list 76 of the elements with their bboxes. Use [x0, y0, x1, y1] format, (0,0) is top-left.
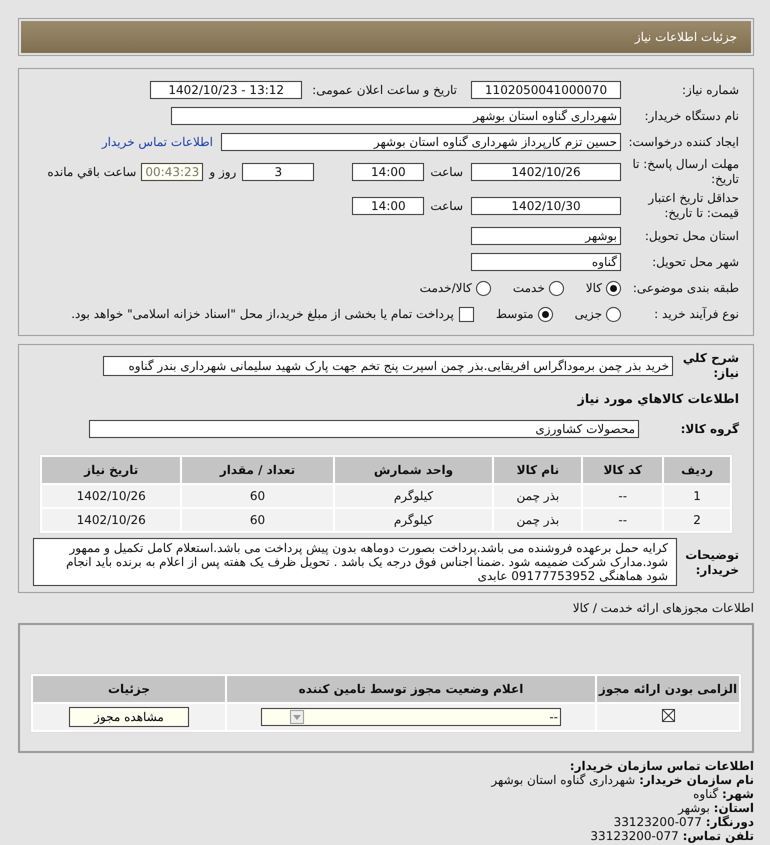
text-field[interactable]: محصولات کشاورزی	[89, 420, 639, 438]
table-cell: 1402/10/26	[42, 509, 180, 531]
field-label: ساعت باقي مانده	[47, 165, 136, 179]
column-header: الزامی بودن ارائه مجوز	[597, 676, 739, 702]
table-cell: 1402/10/26	[42, 485, 180, 507]
column-header: کد کالا	[583, 457, 662, 483]
field-label: شماره نیاز:	[681, 82, 739, 98]
checkbox-label: پرداخت تمام یا بخشی از مبلغ خرید،از محل "اسناد خزانه اسلامی" خواهد بود.	[71, 307, 454, 321]
field-label: استان محل تحویل:	[644, 228, 739, 244]
field-label: ساعت	[430, 199, 463, 213]
column-header: ردیف	[664, 457, 730, 483]
table-cell: 60	[182, 509, 333, 531]
radio-label: متوسط	[496, 307, 534, 321]
table-cell: --	[583, 509, 662, 531]
section-title: اطلاعات مجوزهای ارائه خدمت / کالا	[572, 601, 754, 615]
date-field[interactable]: 1402/10/26	[471, 163, 621, 181]
field-label: ایجاد کننده درخواست:	[627, 134, 739, 150]
column-header: تعداد / مقدار	[182, 457, 333, 483]
countdown-field: 00:43:23	[141, 163, 204, 181]
contact-line: نام سازمان خریدار: شهرداری گناوه استان بوشهر	[490, 773, 754, 787]
field-label: طبقه بندی موضوعی:	[632, 280, 739, 296]
column-header: واحد شمارش	[334, 457, 492, 483]
cross-icon	[662, 709, 674, 722]
field-label: تاریخ و ساعت اعلان عمومی:	[312, 83, 457, 97]
radio-button[interactable]	[476, 280, 491, 296]
text-field[interactable]: گناوه	[471, 253, 621, 271]
field-label: مهلت ارسال پاسخ: تا تاریخ:	[631, 157, 739, 187]
section-title: اطلاعات كالاهاي مورد نياز	[576, 391, 739, 406]
text-field[interactable]: بوشهر	[471, 227, 621, 245]
table-cell: بذر چمن	[494, 509, 582, 531]
table-cell: 1	[664, 485, 730, 507]
field-label: حداقل تاریخ اعتبار قیمت: تا تاریخ:	[646, 191, 739, 221]
column-header: اعلام وضعیت مجوز توسط تامین کننده	[227, 676, 595, 702]
view-license-button[interactable]: مشاهده مجوز	[69, 707, 189, 727]
radio-label: کالا/خدمت	[420, 281, 472, 295]
table-cell: کیلوگرم	[334, 509, 492, 531]
radio-label: خدمت	[512, 281, 545, 295]
contact-title: اطلاعات تماس سازمان خریدار:	[568, 759, 754, 773]
radio-label: کالا	[586, 281, 602, 295]
column-header: نام کالا	[494, 457, 582, 483]
field-label: ساعت	[430, 165, 463, 179]
radio-label: جزیی	[574, 307, 602, 321]
table-cell: 2	[664, 509, 730, 531]
field-label: شرح كلي نياز:	[682, 351, 739, 381]
table-cell: --	[583, 485, 662, 507]
contact-line: استان: بوشهر	[676, 801, 754, 815]
column-header: تاریخ نیاز	[42, 457, 180, 483]
table-cell: بذر چمن	[494, 485, 582, 507]
field-label: روز و	[209, 165, 236, 179]
time-field[interactable]: 14:00	[352, 163, 424, 181]
text-field[interactable]: شهرداری گناوه استان بوشهر	[171, 107, 621, 125]
time-field[interactable]: 14:00	[352, 197, 424, 215]
text-field[interactable]: 1402/10/23 - 13:12	[150, 81, 302, 99]
table-cell: کیلوگرم	[334, 485, 492, 507]
field-label: گروه کالا:	[680, 422, 739, 436]
text-field[interactable]: حسین تزم کارپرداز شهرداری گناوه استان بوشهر	[221, 133, 621, 151]
checkbox[interactable]	[458, 306, 474, 322]
radio-button[interactable]	[538, 306, 553, 322]
contact-link[interactable]: اطلاعات تماس خریدار	[102, 135, 213, 149]
page-title-bar: جزئیات اطلاعات نیاز	[21, 21, 751, 53]
notes-text: کرایه حمل برعهده فروشنده می باشد.پرداخت بصورت دوماهه بدون پیش پرداخت می باشد.استعلام کامل تکمیل و ممهور شود.مدارک شرکت ضمیمه شود .ضمنا اجناس فوق درجه یک باشد . تحویل ظرف یک هفته پس از اعلام به برنده باید انجام شود هماهنگی 09177753952 عابدی	[33, 538, 677, 586]
radio-button[interactable]	[548, 280, 564, 296]
text-field[interactable]: 1102050041000070	[471, 81, 621, 99]
field-label: توضیحات خریدار:	[684, 548, 739, 578]
days-field[interactable]: 3	[242, 163, 314, 181]
contact-line: شهر: گناوه	[692, 787, 754, 801]
date-field[interactable]: 1402/10/30	[471, 197, 621, 215]
radio-button[interactable]	[606, 306, 621, 322]
column-header: جزئیات	[33, 676, 225, 702]
field-label: نوع فرآیند خرید :	[653, 306, 739, 322]
text-field[interactable]: خرید بذر چمن برموداگراس افریقایی.بذر چمن اسپرت پنج تخم جهت پارک شهید سلیمانی شهرداری بندر گناوه	[103, 356, 673, 376]
field-label: نام دستگاه خریدار:	[644, 108, 739, 124]
table-cell: 60	[182, 485, 333, 507]
status-dropdown[interactable]: --	[261, 708, 561, 726]
field-label: شهر محل تحویل:	[651, 254, 739, 270]
radio-button[interactable]	[606, 280, 621, 296]
